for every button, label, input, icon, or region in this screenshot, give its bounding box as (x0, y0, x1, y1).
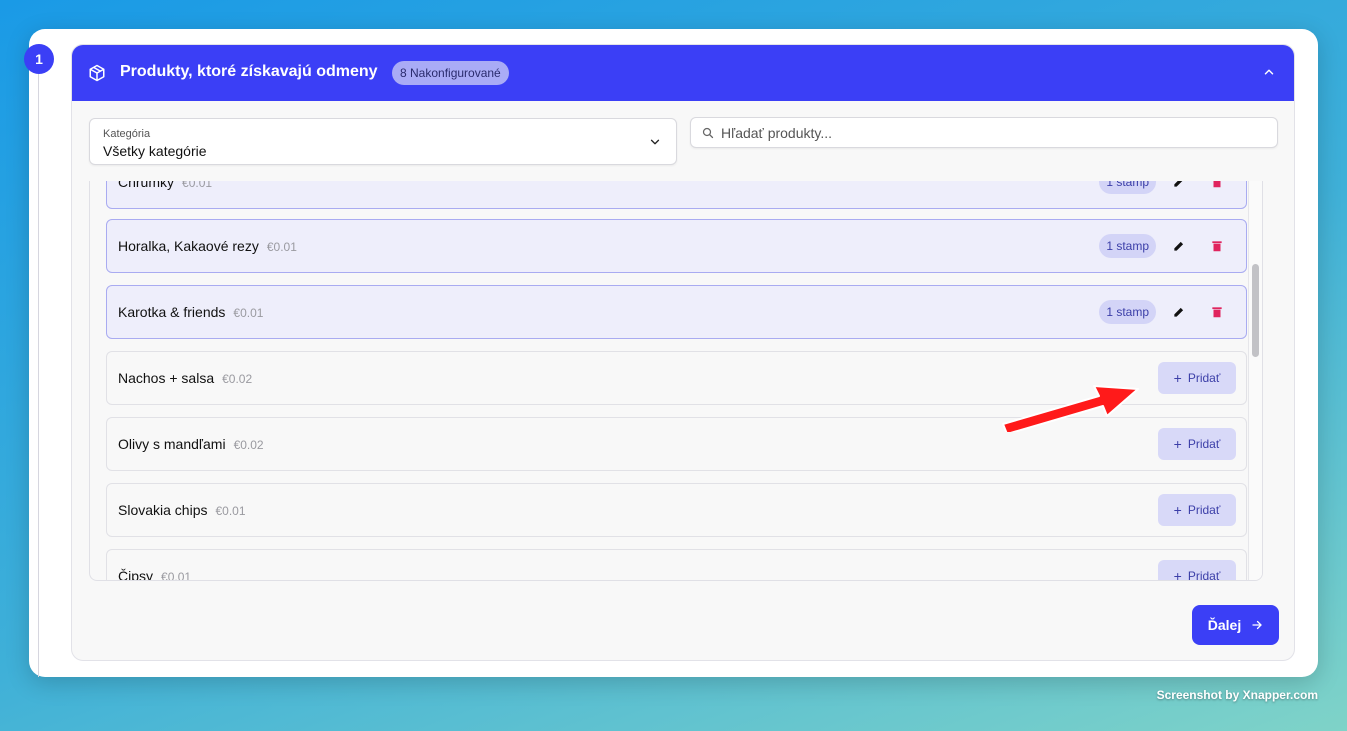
rewards-products-panel: Produkty, ktoré získavajú odmeny 8 Nakon… (71, 44, 1295, 661)
add-button[interactable]: + Pridať (1158, 362, 1236, 394)
scrollbar-thumb[interactable] (1252, 264, 1259, 357)
configured-count-badge: 8 Nakonfigurované (392, 61, 509, 85)
product-name: Nachos + salsa €0.02 (118, 370, 253, 386)
step-number-badge: 1 (24, 44, 54, 74)
scrollbar[interactable] (1248, 181, 1262, 580)
chevron-down-icon (650, 139, 660, 145)
product-price: €0.01 (215, 504, 246, 518)
box-icon (89, 64, 105, 82)
step-rail (38, 60, 39, 677)
product-name: Čipsy €0.01 (118, 568, 192, 581)
plus-icon: + (1173, 370, 1182, 386)
edit-icon[interactable] (1172, 239, 1186, 253)
product-price: €0.01 (233, 306, 264, 320)
arrow-right-icon (1252, 620, 1262, 630)
stamp-badge: 1 stamp (1099, 181, 1156, 194)
trash-icon[interactable] (1210, 239, 1224, 253)
add-button[interactable]: + Pridať (1158, 428, 1236, 460)
product-price: €0.01 (161, 570, 192, 581)
panel-title: Produkty, ktoré získavajú odmeny (120, 63, 378, 80)
stamp-badge: 1 stamp (1099, 300, 1156, 324)
chevron-up-icon[interactable] (1262, 65, 1276, 79)
product-price: €0.01 (266, 240, 297, 254)
stamp-badge: 1 stamp (1099, 234, 1156, 258)
product-price: €0.02 (233, 438, 264, 452)
plus-icon: + (1173, 568, 1182, 581)
product-price: €0.01 (182, 181, 213, 190)
product-name: Horalka, Kakaové rezy €0.01 (118, 238, 297, 254)
product-search[interactable] (690, 117, 1278, 148)
category-label: Kategória (103, 128, 151, 140)
add-button[interactable]: + Pridať (1158, 494, 1236, 526)
plus-icon: + (1173, 436, 1182, 452)
trash-icon[interactable] (1210, 305, 1224, 319)
list-item[interactable]: Čipsy €0.01 + Pridať (106, 549, 1247, 581)
category-value: Všetky kategórie (103, 143, 207, 159)
search-input[interactable] (721, 122, 1261, 144)
search-icon (702, 127, 714, 139)
next-button[interactable]: Ďalej (1192, 605, 1279, 645)
edit-icon[interactable] (1172, 181, 1186, 189)
edit-icon[interactable] (1172, 305, 1186, 319)
product-price: €0.02 (222, 372, 253, 386)
trash-icon[interactable] (1210, 181, 1224, 189)
category-select[interactable]: Kategória Všetky kategórie (89, 118, 677, 165)
annotation-arrow-icon (1002, 385, 1139, 432)
product-name: Karotka & friends €0.01 (118, 304, 264, 320)
list-item[interactable]: Karotka & friends €0.01 1 stamp (106, 285, 1247, 339)
product-name: Slovakia chips €0.01 (118, 502, 246, 518)
add-button[interactable]: + Pridať (1158, 560, 1236, 581)
list-item[interactable]: Slovakia chips €0.01 + Pridať (106, 483, 1247, 537)
watermark: Screenshot by Xnapper.com (1156, 688, 1318, 702)
product-name: Chrumky €0.01 (118, 181, 212, 190)
plus-icon: + (1173, 502, 1182, 518)
list-item[interactable]: Chrumky €0.01 1 stamp (106, 181, 1247, 209)
product-name: Olivy s mandľami €0.02 (118, 436, 264, 452)
list-item[interactable]: Horalka, Kakaové rezy €0.01 1 stamp (106, 219, 1247, 273)
panel-header[interactable]: Produkty, ktoré získavajú odmeny 8 Nakon… (72, 45, 1294, 101)
